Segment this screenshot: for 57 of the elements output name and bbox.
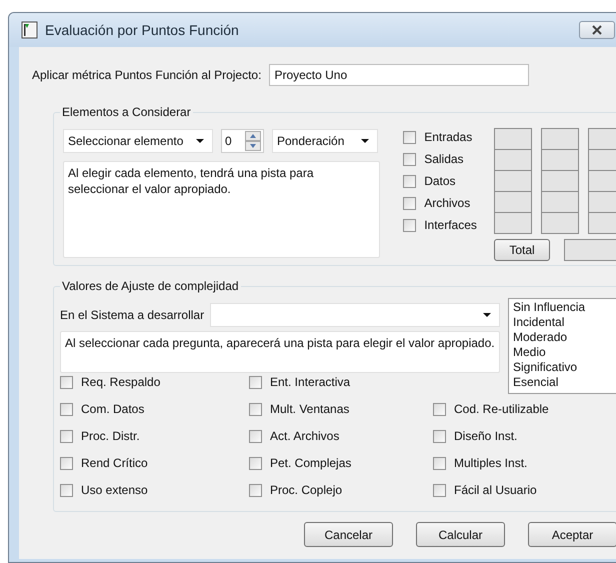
factor-checkbox[interactable]: Mult. Ventanas [249, 401, 433, 417]
factor-checkbox[interactable]: Proc. Coplejo [249, 482, 433, 498]
value-cell [541, 170, 579, 192]
element-checkbox[interactable]: Salidas [403, 151, 489, 167]
level-item[interactable]: Esencial [513, 375, 613, 390]
factor-checkbox[interactable]: Rend Crítico [60, 455, 249, 471]
dialog-button[interactable]: Calcular [416, 522, 505, 547]
app-icon [21, 21, 39, 39]
value-cell [541, 149, 579, 171]
window-title: Evaluación por Puntos Función [45, 22, 239, 38]
question-label: En el Sistema a desarrollar [60, 308, 204, 322]
value-cell [494, 128, 532, 150]
hint-text: Al elegir cada elemento, tendrá una pista para seleccionar el valor apropiado. [63, 161, 380, 258]
factor-checkbox[interactable]: Act. Archivos [249, 428, 433, 444]
factor-checkbox[interactable]: Diseño Inst. [433, 428, 549, 444]
caret-icon [483, 313, 491, 318]
factor-checkbox[interactable]: Fácil al Usuario [433, 482, 549, 498]
project-field[interactable]: Proyecto Uno [269, 64, 530, 86]
level-item[interactable]: Medio [513, 345, 613, 360]
element-dropdown[interactable]: Seleccionar elemento [63, 129, 213, 153]
dialog-button[interactable]: Aceptar [528, 522, 616, 547]
group-title: Elementos a Considerar [60, 105, 193, 119]
level-item[interactable]: Incidental [513, 315, 613, 330]
element-checkbox[interactable]: Archivos [403, 195, 489, 211]
factor-checkbox[interactable]: Uso extenso [60, 482, 249, 498]
factor-checkbox[interactable]: Multiples Inst. [433, 455, 549, 471]
factor-checkbox[interactable]: Proc. Distr. [60, 428, 249, 444]
factor-checkbox[interactable]: Req. Respaldo [60, 374, 249, 390]
hint-text: Al seleccionar cada pregunta, aparecerá una pista para elegir el valor apropiado. [60, 331, 500, 373]
value-cell [494, 191, 532, 213]
group-title: Valores de Ajuste de complejidad [60, 279, 241, 293]
close-icon [591, 25, 603, 35]
caret-icon [361, 139, 369, 144]
caret-icon [196, 139, 204, 144]
factor-checkbox[interactable]: Com. Datos [60, 401, 249, 417]
value-cell [494, 170, 532, 192]
dialog-button[interactable]: Cancelar [304, 522, 393, 547]
total-button[interactable]: Total [494, 239, 550, 261]
element-checkbox[interactable]: Datos [403, 173, 489, 189]
number-spinner[interactable]: 0 [221, 129, 264, 153]
factor-checkbox[interactable]: Cod. Re-utilizable [433, 401, 549, 417]
level-item[interactable]: Moderado [513, 330, 613, 345]
level-item[interactable]: Sin Influencia [513, 300, 613, 315]
element-checkbox[interactable]: Entradas [403, 129, 489, 145]
value-cell [541, 128, 579, 150]
close-button[interactable] [579, 21, 615, 39]
value-cell [541, 212, 579, 234]
level-item[interactable]: Significativo [513, 360, 613, 375]
factor-checkbox[interactable]: Ent. Interactiva [249, 374, 433, 390]
factor-checkbox[interactable]: Pet. Complejas [249, 455, 433, 471]
value-cell [541, 191, 579, 213]
spin-arrows-icon [245, 131, 261, 151]
value-cell [494, 149, 532, 171]
project-label: Aplicar métrica Puntos Función al Projecto: [32, 68, 262, 82]
weight-dropdown[interactable]: Ponderación [272, 129, 378, 153]
element-checkbox[interactable]: Interfaces [403, 217, 489, 233]
value-cell [494, 212, 532, 234]
